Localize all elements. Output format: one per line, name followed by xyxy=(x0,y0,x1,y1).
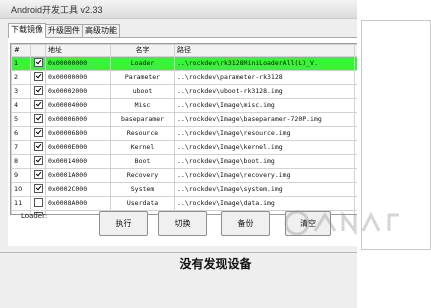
table-row[interactable]: 5 0x00006000 baseparamer ..\rockdev\Image\b… xyxy=(11,112,358,127)
row-checkbox[interactable] xyxy=(34,128,43,137)
loader-label: Loader: xyxy=(21,212,48,220)
row-name: Resource xyxy=(110,126,175,141)
row-address: 0x00006800 xyxy=(45,126,111,141)
row-address: 0x00000000 xyxy=(45,70,111,85)
table-row[interactable]: 2 0x00000000 Parameter ..\rockdev\parameter… xyxy=(11,70,358,85)
row-name: Userdata xyxy=(110,196,175,211)
row-name: Parameter xyxy=(110,70,175,85)
row-check-cell xyxy=(30,196,46,211)
row-check-cell xyxy=(30,182,46,197)
header-index[interactable]: # xyxy=(11,44,31,57)
row-check-cell xyxy=(30,168,46,183)
tab-download-image[interactable]: 下载镜像 xyxy=(8,23,46,38)
switch-button[interactable]: 切换 xyxy=(158,211,207,236)
row-path[interactable]: ..\rockdev\Image\baseparamer-720P.img xyxy=(174,112,355,127)
header-name[interactable]: 名字 xyxy=(110,44,175,57)
row-index: 4 xyxy=(11,98,31,113)
table-row[interactable]: 8 0x00014000 Boot ..\rockdev\Image\boot.img xyxy=(11,154,358,169)
row-name: baseparamer xyxy=(110,112,175,127)
row-name: Boot xyxy=(110,154,175,169)
row-checkbox[interactable] xyxy=(34,72,43,81)
table-row[interactable]: 10 0x0002C000 System ..\rockdev\Image\syste… xyxy=(11,182,358,197)
watermark-logo xyxy=(284,210,399,236)
row-path[interactable]: ..\rockdev\Image\resource.img xyxy=(174,126,355,141)
row-name: System xyxy=(110,182,175,197)
table-row[interactable]: 6 0x00006800 Resource ..\rockdev\Image\reso… xyxy=(11,126,358,141)
row-index: 11 xyxy=(11,196,31,211)
row-checkbox[interactable] xyxy=(34,142,43,151)
row-check-cell xyxy=(30,140,46,155)
row-check-cell xyxy=(30,98,46,113)
row-index: 7 xyxy=(11,140,31,155)
tab-upgrade-firmware[interactable]: 升级固件 xyxy=(45,24,83,37)
row-address: 0x0008A000 xyxy=(45,196,111,211)
row-address: 0x00002000 xyxy=(45,84,111,99)
row-check-cell xyxy=(30,56,46,71)
table-row[interactable]: 1 0x00000000 Loader ..\rockdev\rk3128MiniLo… xyxy=(11,56,358,71)
row-checkbox[interactable] xyxy=(34,184,43,193)
row-path[interactable]: ..\rockdev\rk3128MiniLoaderAll(L)_V. xyxy=(174,56,355,71)
table-row[interactable]: 7 0x0000E000 Kernel ..\rockdev\Image\kernel… xyxy=(11,140,358,155)
row-checkbox[interactable] xyxy=(34,100,43,109)
row-check-cell xyxy=(30,70,46,85)
header-address[interactable]: 地址 xyxy=(45,44,111,57)
header-path[interactable]: 路径 xyxy=(174,44,355,57)
row-name: Recovery xyxy=(110,168,175,183)
row-index: 3 xyxy=(11,84,31,99)
row-address: 0x00000000 xyxy=(45,56,111,71)
row-address: 0x0002C000 xyxy=(45,182,111,197)
row-checkbox[interactable] xyxy=(34,86,43,95)
row-path[interactable]: ..\rockdev\Image\misc.img xyxy=(174,98,355,113)
table-header-row: # 地址 名字 路径 ... xyxy=(11,44,358,57)
row-checkbox[interactable] xyxy=(34,156,43,165)
row-index: 9 xyxy=(11,168,31,183)
tab-advanced-functions[interactable]: 高级功能 xyxy=(82,24,120,37)
row-checkbox[interactable] xyxy=(34,170,43,179)
row-checkbox[interactable] xyxy=(34,198,43,207)
table-row[interactable]: 4 0x00004000 Misc ..\rockdev\Image\misc.img xyxy=(11,98,358,113)
row-path[interactable]: ..\rockdev\Image\kernel.img xyxy=(174,140,355,155)
row-path[interactable]: ..\rockdev\Image\boot.img xyxy=(174,154,355,169)
row-path[interactable]: ..\rockdev\parameter-rk3128 xyxy=(174,70,355,85)
row-index: 2 xyxy=(11,70,31,85)
row-index: 8 xyxy=(11,154,31,169)
row-address: 0x0001A000 xyxy=(45,168,111,183)
row-checkbox[interactable] xyxy=(34,58,43,67)
row-name: Misc xyxy=(110,98,175,113)
partition-table: # 地址 名字 路径 ... 10x00000000Loader..\rockd… xyxy=(10,43,359,215)
row-index: 1 xyxy=(11,56,31,71)
window-title: Android开发工具 v2.33 xyxy=(11,5,103,15)
status-divider xyxy=(0,252,357,253)
row-address: 0x00006000 xyxy=(45,112,111,127)
row-path[interactable]: ..\rockdev\Image\recovery.img xyxy=(174,168,355,183)
row-index: 6 xyxy=(11,126,31,141)
row-check-cell xyxy=(30,112,46,127)
row-path[interactable]: ..\rockdev\uboot-rk3128.img xyxy=(174,84,355,99)
header-check[interactable] xyxy=(30,44,46,57)
row-index: 10 xyxy=(11,182,31,197)
device-button[interactable]: 备份 xyxy=(221,211,270,236)
table-row[interactable]: 3 0x00002000 uboot ..\rockdev\uboot-rk3128.… xyxy=(11,84,358,99)
row-path[interactable]: ..\rockdev\Image\system.img xyxy=(174,182,355,197)
row-index: 5 xyxy=(11,112,31,127)
row-address: 0x00014000 xyxy=(45,154,111,169)
row-address: 0x0000E000 xyxy=(45,140,111,155)
row-check-cell xyxy=(30,126,46,141)
partition-grid: # 地址 名字 路径 ... 10x00000000Loader..\rockd… xyxy=(11,44,358,214)
row-name: Loader xyxy=(110,56,175,71)
title-bar: Android开发工具 v2.33 xyxy=(0,0,357,19)
row-name: uboot xyxy=(110,84,175,99)
run-button[interactable]: 执行 xyxy=(99,211,148,236)
table-row[interactable]: 9 0x0001A000 Recovery ..\rockdev\Image\reco… xyxy=(11,168,358,183)
row-checkbox[interactable] xyxy=(34,114,43,123)
row-address: 0x00004000 xyxy=(45,98,111,113)
row-check-cell xyxy=(30,84,46,99)
row-check-cell xyxy=(30,154,46,169)
row-name: Kernel xyxy=(110,140,175,155)
